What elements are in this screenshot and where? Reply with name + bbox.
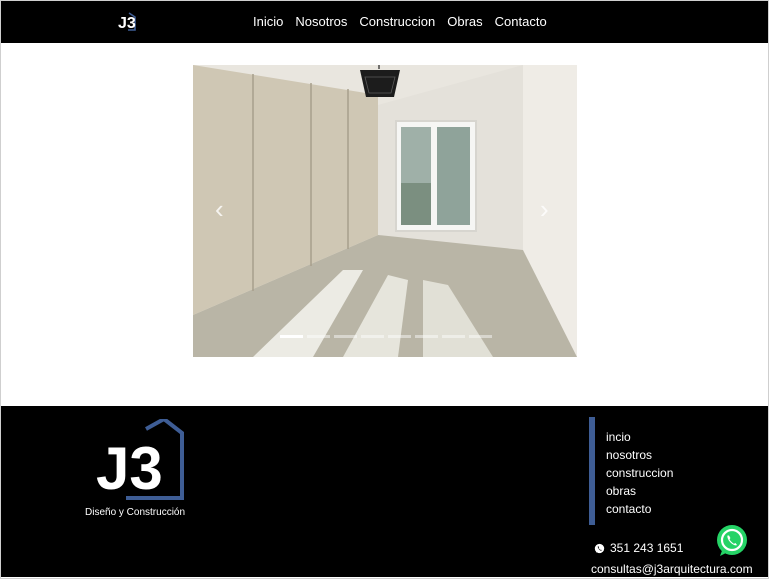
svg-text:J3: J3 bbox=[118, 15, 136, 32]
nav-contacto[interactable]: Contacto bbox=[495, 14, 547, 29]
carousel-indicator[interactable] bbox=[307, 335, 330, 338]
nav-nosotros[interactable]: Nosotros bbox=[295, 14, 347, 29]
footer-link-inicio[interactable]: incio bbox=[606, 428, 673, 446]
carousel-indicator[interactable] bbox=[442, 335, 465, 338]
nav-construccion[interactable]: Construccion bbox=[359, 14, 435, 29]
carousel-indicators bbox=[280, 335, 492, 338]
phone-number: 351 243 1651 bbox=[610, 541, 684, 555]
carousel-indicator[interactable] bbox=[361, 335, 384, 338]
carousel-indicator[interactable] bbox=[388, 335, 411, 338]
main-nav: Inicio Nosotros Construccion Obras Conta… bbox=[253, 14, 547, 29]
whatsapp-icon bbox=[594, 543, 605, 553]
carousel-indicator[interactable] bbox=[469, 335, 492, 338]
carousel-indicator[interactable] bbox=[415, 335, 438, 338]
carousel-prev-button[interactable]: ‹ bbox=[215, 196, 224, 222]
photo-carousel bbox=[193, 65, 577, 357]
footer-link-nosotros[interactable]: nosotros bbox=[606, 446, 673, 464]
footer-accent-bar bbox=[589, 417, 595, 525]
nav-obras[interactable]: Obras bbox=[447, 14, 482, 29]
footer-email[interactable]: consultas@j3arquitectura.com bbox=[591, 562, 753, 576]
carousel-indicator[interactable] bbox=[334, 335, 357, 338]
whatsapp-floating-button[interactable] bbox=[715, 524, 749, 558]
nav-inicio[interactable]: Inicio bbox=[253, 14, 283, 29]
footer-phone[interactable]: 351 243 1651 bbox=[594, 541, 683, 555]
carousel-next-button[interactable]: › bbox=[540, 196, 549, 222]
footer-link-obras[interactable]: obras bbox=[606, 482, 673, 500]
carousel-indicator[interactable] bbox=[280, 335, 303, 338]
j3-logo-icon[interactable]: J3 bbox=[116, 10, 138, 32]
footer-links: incio nosotros construccion obras contac… bbox=[606, 428, 673, 518]
footer-link-contacto[interactable]: contacto bbox=[606, 500, 673, 518]
svg-text:J3: J3 bbox=[96, 435, 163, 502]
brand-subtitle: Diseño y Construcción bbox=[85, 507, 186, 518]
room-photo bbox=[193, 65, 577, 357]
footer-link-construccion[interactable]: construccion bbox=[606, 464, 673, 482]
